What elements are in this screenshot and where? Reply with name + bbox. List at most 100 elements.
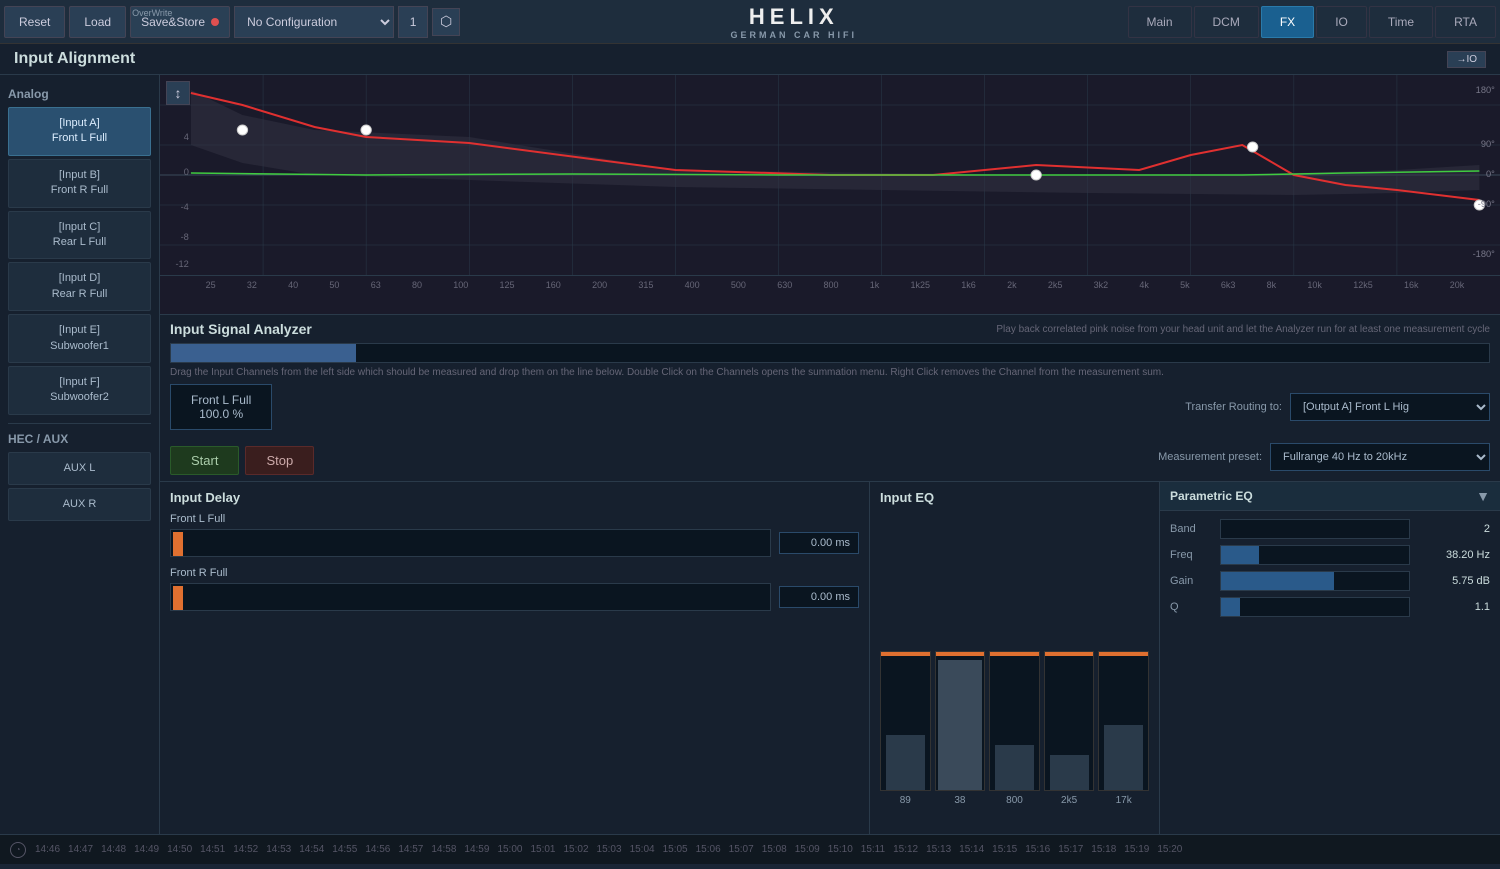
- eq-bar-group-38: 38: [935, 651, 986, 806]
- x-label: 8k: [1267, 280, 1277, 290]
- param-bar-gain: [1220, 571, 1410, 591]
- nav-tab-main[interactable]: Main: [1128, 6, 1192, 38]
- expand-graph-button[interactable]: ↕: [166, 81, 190, 105]
- eq-bar-label-89: 89: [900, 795, 911, 806]
- param-value-band: 2: [1410, 523, 1490, 535]
- sidebar-item-input-f[interactable]: [Input F]Subwoofer2: [8, 366, 151, 415]
- timeline-time: 15:12: [890, 844, 921, 855]
- usb-icon: ⬡: [432, 8, 460, 36]
- main-content: Analog [Input A]Front L Full [Input B]Fr…: [0, 75, 1500, 834]
- sidebar-item-aux-l[interactable]: AUX L: [8, 452, 151, 485]
- nav-tab-io[interactable]: IO: [1316, 6, 1367, 38]
- input-delay: Input Delay Front L Full 0.00 ms Front R…: [160, 482, 870, 834]
- svg-text:-4: -4: [181, 202, 189, 212]
- sidebar: Analog [Input A]Front L Full [Input B]Fr…: [0, 75, 160, 834]
- param-row-q: Q 1.1: [1170, 597, 1490, 617]
- delay-value-2: 0.00 ms: [779, 586, 859, 608]
- eq-bar-outer-89[interactable]: [880, 651, 931, 791]
- top-bar: Reset Load OverWrite Save&Store No Confi…: [0, 0, 1500, 44]
- timeline-time: 15:15: [989, 844, 1020, 855]
- sidebar-item-input-b[interactable]: [Input B]Front R Full: [8, 159, 151, 208]
- measurement-preset-dropdown[interactable]: Fullrange 40 Hz to 20kHz: [1270, 443, 1490, 471]
- start-button[interactable]: Start: [170, 446, 239, 475]
- timeline-time: 14:49: [131, 844, 162, 855]
- x-label: 125: [500, 280, 515, 290]
- x-label: 630: [777, 280, 792, 290]
- param-label-gain: Gain: [1170, 575, 1220, 587]
- eq-bar-outer-17k[interactable]: [1098, 651, 1149, 791]
- x-label: 12k5: [1353, 280, 1373, 290]
- x-label: 20k: [1450, 280, 1465, 290]
- x-label: 6k3: [1221, 280, 1236, 290]
- delay-channel-1-label: Front L Full: [170, 513, 859, 525]
- sidebar-item-input-e[interactable]: [Input E]Subwoofer1: [8, 314, 151, 363]
- helix-logo-text: HELIX: [749, 4, 839, 29]
- timeline-time: 15:07: [726, 844, 757, 855]
- analog-group-label: Analog: [8, 87, 151, 101]
- x-label: 5k: [1180, 280, 1190, 290]
- nav-tab-fx[interactable]: FX: [1261, 6, 1314, 38]
- overwrite-dot: [211, 18, 219, 26]
- parametric-eq-header: Parametric EQ ▼: [1160, 482, 1500, 511]
- eq-bar-fill-2k5: [1050, 755, 1089, 790]
- delay-slider-1[interactable]: [170, 529, 771, 557]
- parametric-eq-params: Band 2 Freq 38.20 Hz Gain: [1160, 511, 1500, 631]
- nav-tab-time[interactable]: Time: [1369, 6, 1433, 38]
- sidebar-item-input-a[interactable]: [Input A]Front L Full: [8, 107, 151, 156]
- sidebar-divider: [8, 423, 151, 424]
- param-label-band: Band: [1170, 523, 1220, 535]
- progress-bar-container: [170, 343, 1490, 363]
- bottom-timeline: ◔ 14:46 14:47 14:48 14:49 14:50 14:51 14…: [0, 834, 1500, 864]
- section-title-bar: Input Alignment →IO: [0, 44, 1500, 75]
- signal-analyzer: Input Signal Analyzer Play back correlat…: [160, 315, 1500, 482]
- signal-analyzer-hint: Play back correlated pink noise from you…: [996, 324, 1490, 335]
- progress-bar-fill: [171, 344, 356, 362]
- param-bar-q: [1220, 597, 1410, 617]
- sidebar-item-input-d[interactable]: [Input D]Rear R Full: [8, 262, 151, 311]
- timeline-time: 14:56: [362, 844, 393, 855]
- channel-box: Front L Full 100.0 %: [170, 384, 272, 430]
- sidebar-item-input-c[interactable]: [Input C]Rear L Full: [8, 211, 151, 260]
- eq-bar-indicator-800: [990, 652, 1039, 656]
- x-label: 10k: [1307, 280, 1322, 290]
- eq-bar-group-2k5: 2k5: [1044, 651, 1095, 806]
- eq-bar-label-38: 38: [954, 795, 965, 806]
- nav-tab-rta[interactable]: RTA: [1435, 6, 1496, 38]
- load-button[interactable]: Load: [69, 6, 126, 38]
- svg-text:-180°: -180°: [1473, 249, 1496, 259]
- eq-bar-outer-2k5[interactable]: [1044, 651, 1095, 791]
- eq-bar-outer-800[interactable]: [989, 651, 1040, 791]
- nav-tab-dcm[interactable]: DCM: [1194, 6, 1259, 38]
- timeline-time: 14:54: [296, 844, 327, 855]
- parametric-eq-arrow[interactable]: ▼: [1476, 488, 1490, 504]
- timeline-time: 15:16: [1022, 844, 1053, 855]
- eq-bar-indicator-89: [881, 652, 930, 656]
- reset-button[interactable]: Reset: [4, 6, 65, 38]
- delay-slider-row-1: 0.00 ms: [170, 529, 859, 557]
- x-label: 40: [288, 280, 298, 290]
- delay-slider-handle-2[interactable]: [173, 586, 183, 610]
- param-value-gain: 5.75 dB: [1410, 575, 1490, 587]
- config-number[interactable]: [398, 6, 428, 38]
- hec-aux-group-label: HEC / AUX: [8, 432, 151, 446]
- x-label: 100: [453, 280, 468, 290]
- stop-button[interactable]: Stop: [245, 446, 314, 475]
- io-button[interactable]: →IO: [1447, 51, 1486, 68]
- timeline-time: 15:10: [825, 844, 856, 855]
- delay-slider-handle-1[interactable]: [173, 532, 183, 556]
- parametric-eq: Parametric EQ ▼ Band 2 Freq 38.20 Hz: [1160, 482, 1500, 834]
- delay-slider-2[interactable]: [170, 583, 771, 611]
- eq-bar-outer-38[interactable]: [935, 651, 986, 791]
- channel-percent: 100.0 %: [191, 407, 251, 421]
- timeline-time: 15:11: [858, 844, 888, 855]
- x-label: 4k: [1139, 280, 1149, 290]
- timeline-time: 15:14: [956, 844, 987, 855]
- transfer-dropdown[interactable]: [Output A] Front L Hig: [1290, 393, 1490, 421]
- x-label: 16k: [1404, 280, 1419, 290]
- config-dropdown[interactable]: No Configuration: [234, 6, 394, 38]
- param-row-band: Band 2: [1170, 519, 1490, 539]
- sidebar-item-aux-r[interactable]: AUX R: [8, 488, 151, 521]
- param-row-gain: Gain 5.75 dB: [1170, 571, 1490, 591]
- bottom-section: Input Delay Front L Full 0.00 ms Front R…: [160, 482, 1500, 834]
- nav-tabs: Main DCM FX IO Time RTA: [1128, 6, 1497, 38]
